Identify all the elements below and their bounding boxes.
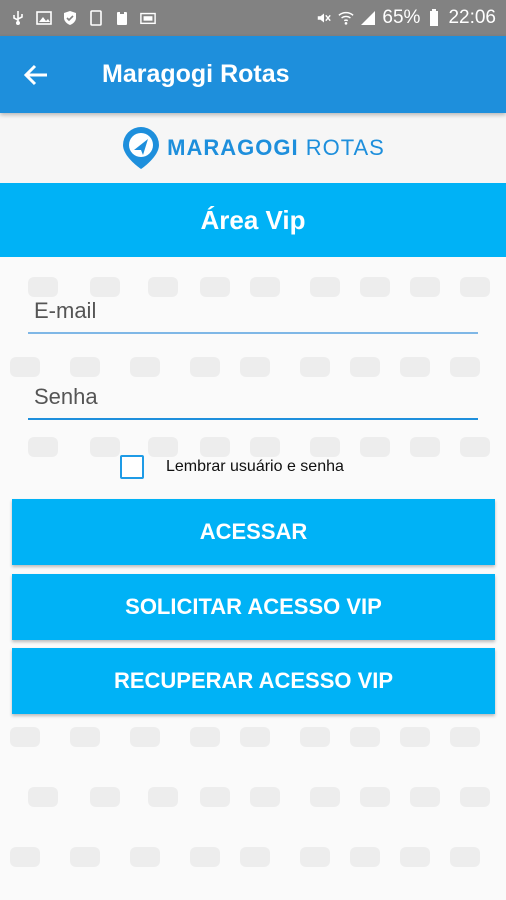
logo-strong-text: MARAGOGI [167,135,299,160]
app-title: Maragogi Rotas [102,60,290,88]
recover-vip-button[interactable]: RECUPERAR ACESSO VIP [12,648,495,714]
remember-label: Lembrar usuário e senha [166,458,344,475]
tablet-icon [88,10,104,26]
clipboard-icon [114,10,130,26]
login-button[interactable]: ACESSAR [12,499,495,565]
pattern-row [0,787,506,827]
back-button[interactable] [14,53,58,97]
status-time: 22:06 [448,7,496,28]
remember-me[interactable]: Lembrar usuário e senha [120,455,344,479]
image-icon [36,10,52,26]
remember-checkbox[interactable] [120,455,144,479]
status-system: 65% 22:06 [316,7,506,29]
status-notifications [0,10,156,26]
signal-icon [360,10,376,26]
location-arrow-icon [123,127,160,169]
app-bar: Maragogi Rotas [0,36,506,113]
password-field[interactable] [28,376,478,420]
section-title: Área Vip [200,204,306,235]
wifi-icon [338,10,355,26]
request-vip-button[interactable]: SOLICITAR ACESSO VIP [12,574,495,640]
mute-icon [316,10,332,26]
email-field[interactable] [28,290,478,334]
logo-wordmark: MARAGOGI ROTAS [167,135,385,161]
status-bar: 65% 22:06 [0,0,506,36]
pattern-row [0,727,506,767]
usb-icon [10,10,26,26]
battery-icon [426,9,442,26]
logo-light-text: ROTAS [305,135,385,160]
pattern-row [0,847,506,887]
logo-banner: MARAGOGI ROTAS [0,113,506,183]
gallery-icon [140,10,156,26]
arrow-left-icon [23,64,47,85]
battery-percent: 65% [382,7,421,28]
shield-icon [62,10,78,26]
section-header: Área Vip [0,183,506,257]
